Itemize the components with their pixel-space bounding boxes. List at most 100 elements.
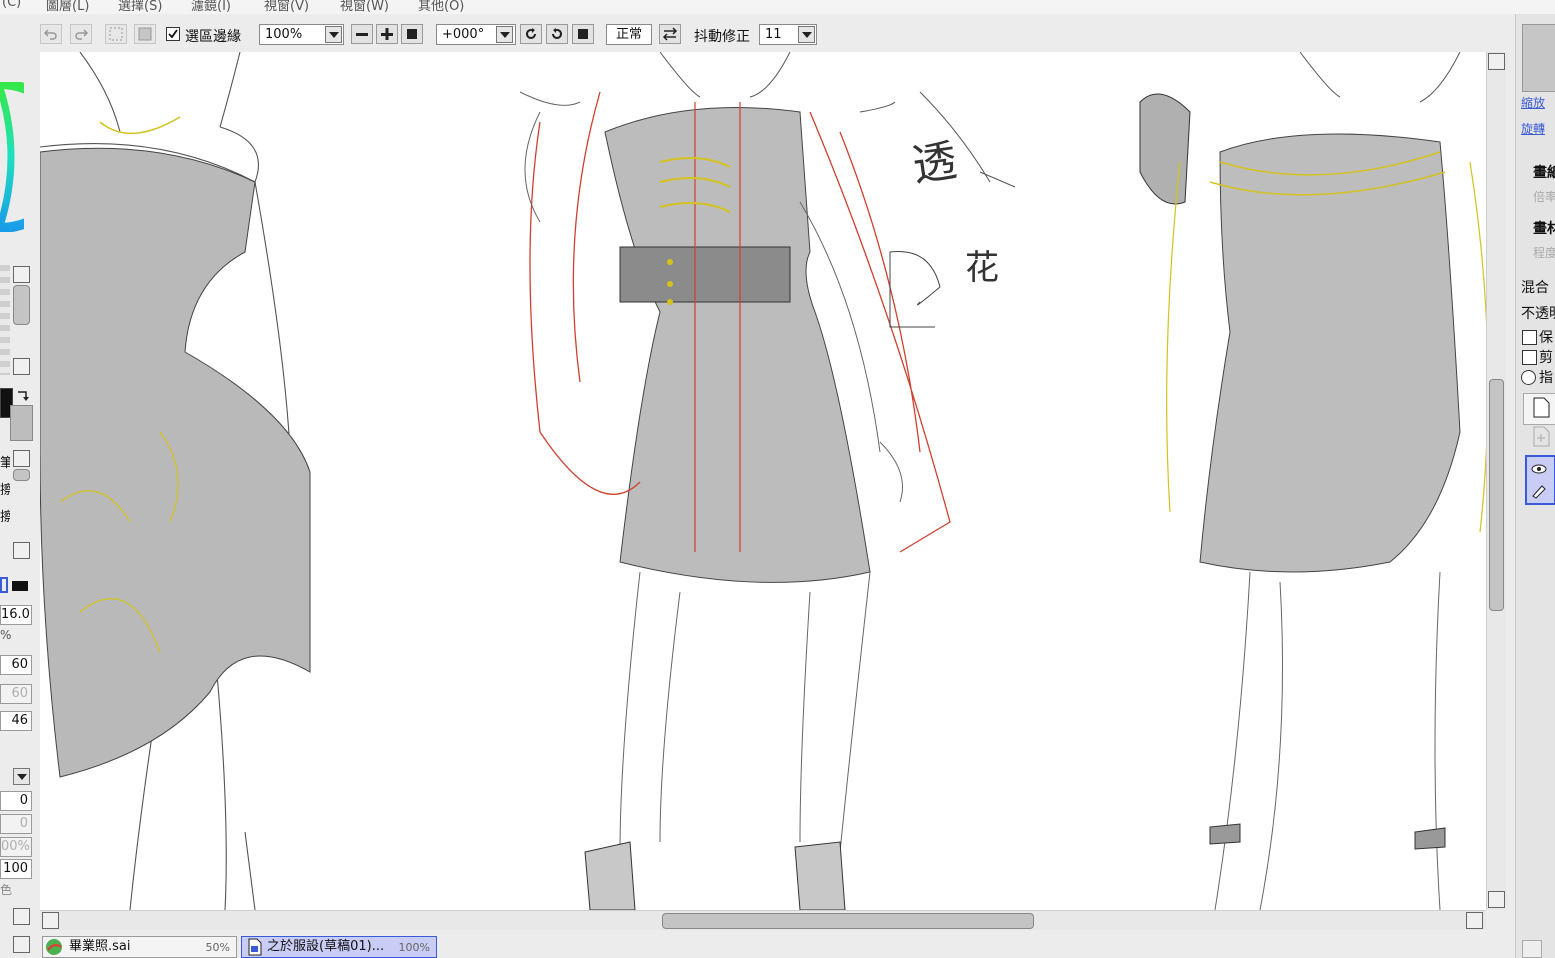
eye-icon[interactable]	[1530, 462, 1548, 476]
blending-field[interactable]: 46	[0, 711, 32, 731]
tool-pencil[interactable]: 筆	[0, 450, 10, 477]
horizontal-scrollbar[interactable]	[40, 910, 1486, 930]
right-layer-panel: 縮放 旋轉 畫紙 倍率 畫材 程度 混合 不透明 保 剪 指	[1515, 14, 1555, 958]
swatch-scroll-thumb[interactable]	[13, 285, 30, 325]
brush-shape-square[interactable]	[12, 581, 28, 591]
panel-scroll-down[interactable]	[13, 936, 30, 953]
tool-scroll-down[interactable]	[13, 542, 30, 559]
stabilizer-label: 抖動修正	[694, 29, 750, 45]
new-layer-button[interactable]	[1523, 393, 1555, 425]
stabilizer-dropdown-button[interactable]	[798, 26, 815, 43]
new-folder-icon[interactable]	[1532, 426, 1552, 448]
opacity-label: 不透明	[1521, 306, 1555, 322]
menu-item-layer[interactable]: 圖層(L)	[46, 0, 89, 14]
preserve-opacity-checkbox[interactable]	[1522, 330, 1537, 345]
scroll-down-button[interactable]	[1488, 891, 1505, 908]
paper-effect-amount[interactable]: 程度	[1533, 244, 1555, 261]
secondary-color[interactable]	[10, 405, 33, 441]
paper-texture-scale[interactable]: 倍率	[1533, 188, 1555, 205]
menu-item-other[interactable]: 其他(O)	[418, 0, 464, 14]
texture-strength-field[interactable]: 0	[0, 791, 32, 811]
tab-title: 之於服設(草稿01)...	[267, 939, 385, 954]
vertical-scrollbar[interactable]	[1486, 52, 1506, 910]
scroll-right-button[interactable]	[1466, 912, 1483, 929]
layer-item-active[interactable]	[1525, 455, 1555, 505]
menu-item-filter[interactable]: 濾鏡(I)	[191, 0, 231, 14]
undo-button[interactable]	[40, 24, 62, 44]
pen-icon[interactable]	[1530, 483, 1548, 499]
flip-horizontal-button[interactable]	[659, 24, 681, 44]
min-size-field[interactable]: 60	[0, 655, 32, 675]
panel-scroll-up[interactable]	[13, 908, 30, 925]
left-tool-panel: 筆 擦 擦 16.0 % 60 60 46 0 0 00% 100 色	[0, 52, 40, 958]
rotate-ccw-icon	[526, 28, 536, 39]
panel-scroll-left[interactable]	[1522, 940, 1542, 958]
tool-scroll-thumb[interactable]	[13, 469, 30, 481]
redo-button[interactable]	[70, 24, 92, 44]
flip-horizontal-icon	[662, 27, 678, 41]
zoom-in-button[interactable]	[376, 24, 398, 44]
plus-icon	[381, 28, 393, 40]
tab-graduation-photo[interactable]: 畢業照.sai 50%	[42, 936, 237, 958]
rotation-reset-button[interactable]	[572, 24, 594, 44]
swap-colors-icon[interactable]	[16, 390, 30, 402]
tool-eraser-2[interactable]: 擦	[0, 504, 10, 531]
brush-size-unit: %	[0, 628, 12, 642]
menu-item-window[interactable]: 視窗(W)	[340, 0, 389, 14]
selection-edge-checkbox[interactable]	[166, 27, 180, 41]
clipping-checkbox[interactable]	[1522, 350, 1537, 365]
menu-item-c[interactable]: (C)	[2, 0, 21, 10]
zoom-reset-button[interactable]	[401, 24, 423, 44]
zoom-dropdown-button[interactable]	[325, 26, 342, 43]
sketch-artwork[interactable]	[40, 52, 1486, 910]
brush-size-field[interactable]: 16.0	[0, 605, 32, 625]
menu-item-view[interactable]: 視窗(V)	[264, 0, 309, 14]
square-icon	[407, 29, 417, 39]
selection-source-label: 指	[1539, 370, 1553, 386]
minus-icon	[356, 33, 368, 36]
menu-item-select[interactable]: 選擇(S)	[118, 0, 162, 14]
scroll-left-button[interactable]	[42, 912, 59, 929]
persistence-field[interactable]: 100	[0, 859, 32, 879]
tool-eraser[interactable]: 擦	[0, 477, 10, 504]
scroll-up-button[interactable]	[1488, 53, 1505, 70]
swatch-scroll-down[interactable]	[13, 358, 30, 375]
menu-bar: (C) 圖層(L) 選擇(S) 濾鏡(I) 視窗(V) 視窗(W) 其他(O)	[0, 0, 1555, 14]
paper-effect-label: 畫材	[1533, 221, 1555, 237]
color-label: 色	[0, 883, 13, 897]
horizontal-scroll-thumb[interactable]	[662, 913, 1034, 929]
annotation-text-1: 透	[909, 135, 960, 192]
invert-selection-button[interactable]	[134, 24, 156, 44]
rotate-link[interactable]: 旋轉	[1521, 120, 1555, 137]
drawing-canvas[interactable]: 透 花	[40, 52, 1486, 910]
blend-mode-button[interactable]: 正常	[606, 24, 652, 45]
swatch-scroll-up[interactable]	[13, 266, 30, 283]
rotate-ccw-button[interactable]	[520, 24, 542, 44]
vertical-scroll-thumb[interactable]	[1489, 379, 1504, 611]
tab-costume-design-draft[interactable]: 之於服設(草稿01)... 100%	[241, 936, 437, 958]
brush-shape-round[interactable]	[0, 577, 8, 593]
color-swatch-strip[interactable]	[0, 265, 10, 375]
tool-scroll-up[interactable]	[13, 450, 30, 467]
zoom-link[interactable]: 縮放	[1521, 94, 1555, 111]
preserve-opacity-label: 保	[1539, 330, 1553, 346]
deselect-button[interactable]	[105, 24, 127, 44]
document-icon	[46, 939, 62, 955]
texture-strength-field-2[interactable]: 0	[0, 814, 32, 834]
zoom-out-button[interactable]	[351, 24, 373, 44]
texture-dropdown-button[interactable]	[13, 768, 30, 785]
rotation-dropdown-button[interactable]	[496, 26, 513, 43]
check-icon	[168, 29, 178, 39]
rotate-cw-icon	[552, 28, 562, 39]
undo-icon	[43, 29, 57, 40]
invert-selection-icon	[138, 27, 152, 41]
tab-zoom: 50%	[205, 941, 230, 954]
navigator-preview[interactable]	[1522, 24, 1555, 92]
dilution-field[interactable]: 00%	[0, 837, 32, 857]
rotate-cw-button[interactable]	[546, 24, 568, 44]
tab-zoom: 100%	[398, 941, 430, 954]
density-field[interactable]: 60	[0, 684, 32, 704]
tool-list[interactable]: 筆 擦 擦	[0, 450, 10, 560]
color-wheel[interactable]	[0, 82, 24, 232]
selection-source-radio[interactable]	[1521, 370, 1536, 385]
